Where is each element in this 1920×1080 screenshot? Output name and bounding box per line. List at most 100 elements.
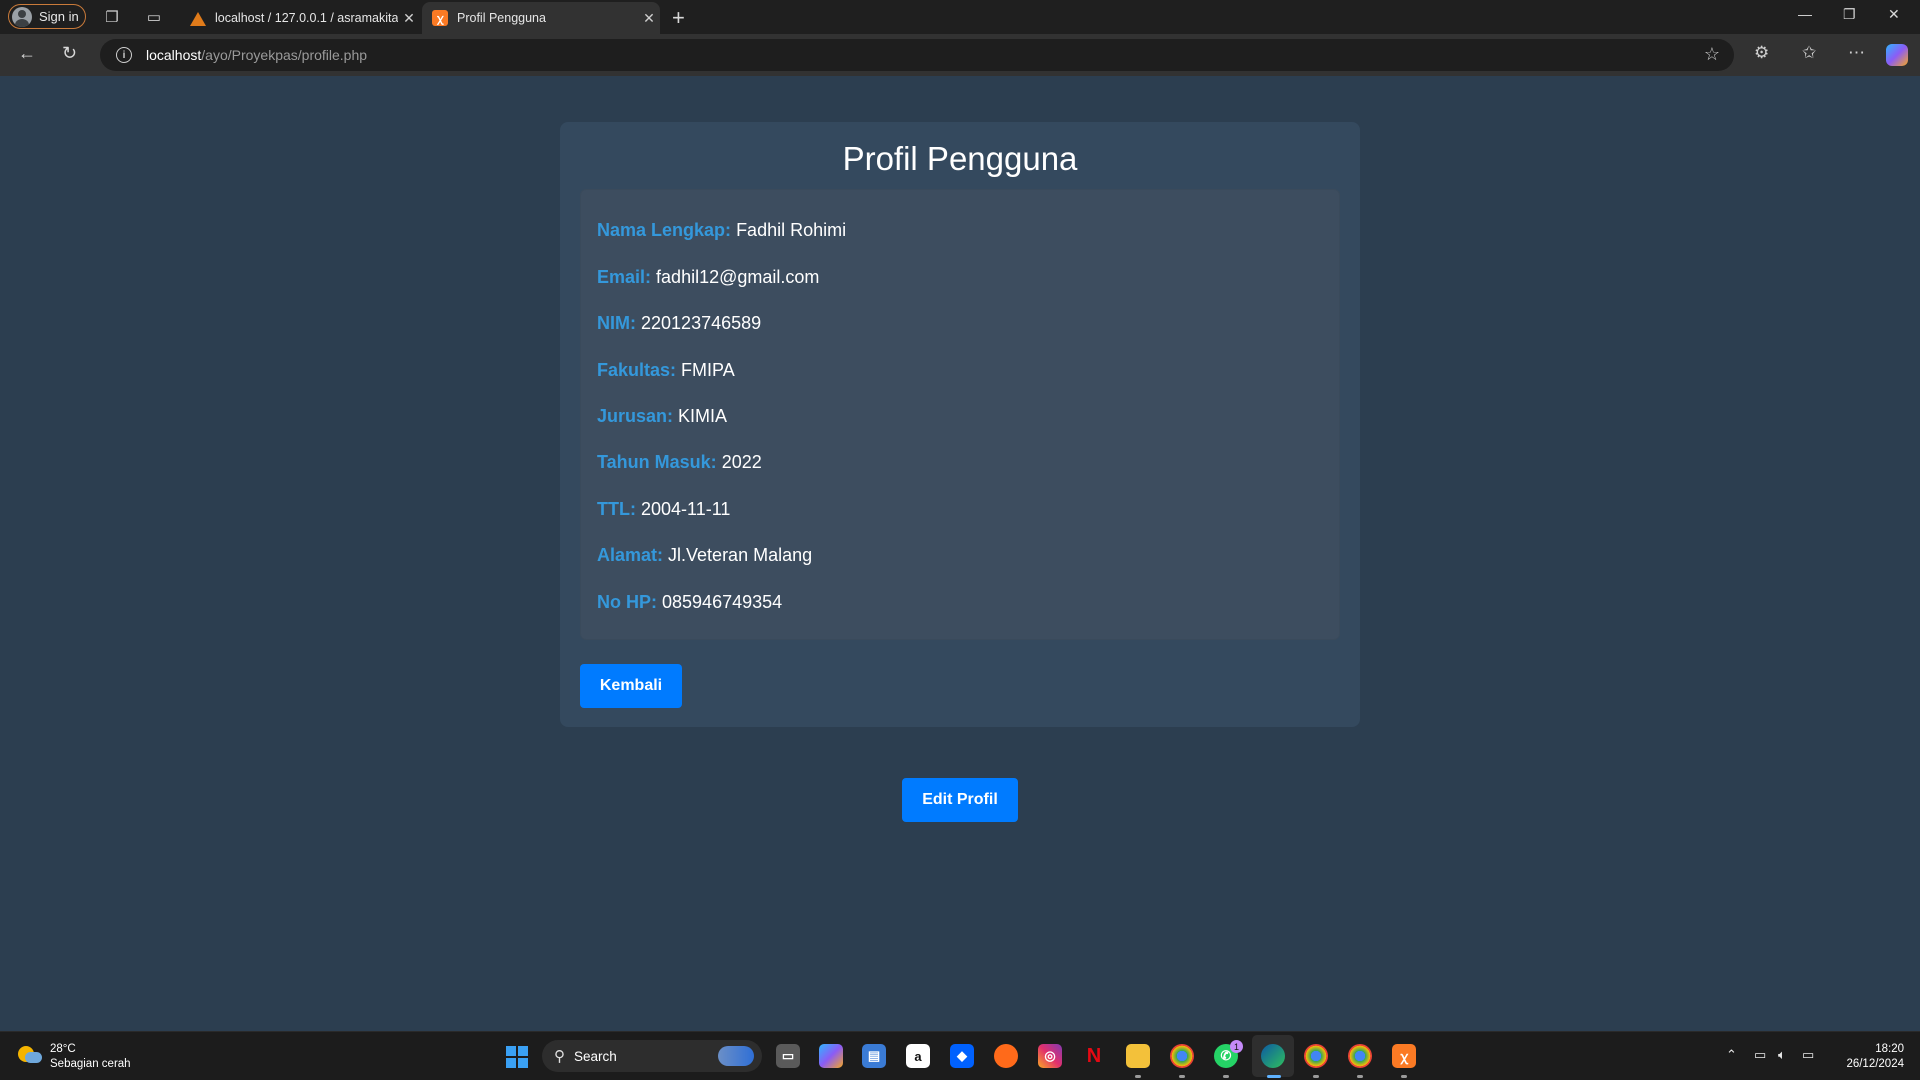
weather-widget[interactable]: 28°C Sebagian cerah	[50, 1042, 131, 1072]
field-label: Tahun Masuk:	[597, 452, 717, 472]
profile-row-alamat: Alamat: Jl.Veteran Malang	[597, 545, 812, 566]
profile-row-no-hp: No HP: 085946749354	[597, 592, 782, 613]
profile-row-jurusan: Jurusan: KIMIA	[597, 406, 727, 427]
weather-temp: 28°C	[50, 1043, 76, 1055]
xampp-icon: ꭓ	[432, 10, 448, 26]
field-value: Jl.Veteran Malang	[668, 545, 813, 565]
field-label: NIM:	[597, 313, 636, 333]
instagram-icon[interactable]: ◎	[1038, 1044, 1062, 1068]
page-title: Profil Pengguna	[842, 140, 1078, 177]
field-label: Nama Lengkap:	[597, 220, 732, 240]
close-tab-icon[interactable]: ✕	[638, 10, 660, 27]
chrome-profile-2-icon[interactable]	[1304, 1044, 1328, 1068]
field-label: Email:	[597, 267, 652, 287]
field-value: Fadhil Rohimi	[736, 220, 847, 240]
favorites-icon[interactable]: ✩	[1802, 43, 1816, 63]
edge-icon[interactable]	[1261, 1044, 1285, 1068]
new-tab-icon[interactable]: +	[672, 5, 685, 31]
field-value: FMIPA	[681, 360, 735, 380]
tab-title: Profil Pengguna	[457, 11, 546, 25]
weather-desc: Sebagian cerah	[50, 1058, 131, 1070]
field-label: No HP:	[597, 592, 657, 612]
chrome-profile-3-icon[interactable]	[1348, 1044, 1372, 1068]
field-label: Jurusan:	[597, 406, 674, 426]
close-tab-icon[interactable]: ✕	[398, 10, 420, 27]
running-indicator	[1357, 1075, 1363, 1078]
close-window-icon[interactable]: ✕	[1888, 6, 1900, 23]
running-indicator	[1223, 1075, 1229, 1078]
running-indicator	[1313, 1075, 1319, 1078]
profile-row-tahun-masuk: Tahun Masuk: 2022	[597, 452, 762, 473]
field-value: 2022	[721, 452, 762, 472]
field-label: Fakultas:	[597, 360, 677, 380]
field-value: fadhil12@gmail.com	[656, 267, 820, 287]
dropbox-icon[interactable]: ◆	[950, 1044, 974, 1068]
firefox-icon[interactable]	[994, 1044, 1018, 1068]
copilot-icon[interactable]	[1886, 44, 1908, 66]
weather-icon[interactable]	[18, 1044, 42, 1066]
tab-title: localhost / 127.0.0.1 / asramakita	[215, 11, 398, 25]
restore-icon[interactable]: ❐	[1843, 6, 1856, 23]
windows-start-icon[interactable]	[506, 1046, 528, 1068]
browser-toolbar: ← ↻ i localhost/ayo/Proyekpas/profile.ph…	[0, 34, 1920, 76]
profile-row-email: Email: fadhil12@gmail.com	[597, 267, 819, 288]
refresh-icon[interactable]: ↻	[62, 43, 77, 64]
task-view-icon[interactable]: ▭	[776, 1044, 800, 1068]
chrome-icon[interactable]	[1170, 1044, 1194, 1068]
search-icon: ⚲	[554, 1048, 565, 1065]
running-indicator	[1135, 1075, 1141, 1078]
site-info-icon[interactable]: i	[116, 47, 132, 63]
running-indicator	[1401, 1075, 1407, 1078]
back-arrow-icon[interactable]: ←	[18, 43, 36, 64]
field-value: 220123746589	[641, 313, 762, 333]
active-indicator	[1267, 1075, 1281, 1078]
sign-in-label: Sign in	[39, 9, 79, 24]
copilot-app-icon[interactable]	[819, 1044, 843, 1068]
windows-taskbar: 28°C Sebagian cerah ⚲ Search ▭ ▤ a ◆ ◎ N…	[0, 1031, 1920, 1080]
browser-tab-bar: Sign in ❐ ▭ localhost / 127.0.0.1 / asra…	[0, 0, 1920, 34]
phpmyadmin-icon	[190, 10, 206, 26]
file-explorer-icon[interactable]	[1126, 1044, 1150, 1068]
edit-profile-button[interactable]: Edit Profil	[902, 778, 1018, 822]
workspaces-icon[interactable]: ❐	[102, 7, 122, 27]
profile-card: Profil Pengguna Nama Lengkap: Fadhil Roh…	[560, 122, 1360, 727]
profile-row-nama: Nama Lengkap: Fadhil Rohimi	[597, 220, 846, 241]
address-bar[interactable]: i localhost/ayo/Proyekpas/profile.php ☆	[100, 39, 1734, 71]
field-value: 2004-11-11	[641, 499, 731, 519]
profile-row-ttl: TTL: 2004-11-11	[597, 499, 730, 520]
profile-row-fakultas: Fakultas: FMIPA	[597, 360, 735, 381]
xampp-taskbar-icon[interactable]: ꭓ	[1392, 1044, 1416, 1068]
system-clock[interactable]: 18:20 26/12/2024	[1846, 1042, 1904, 1072]
clock-time: 18:20	[1875, 1043, 1904, 1055]
sign-in-button[interactable]: Sign in	[8, 4, 86, 29]
field-value: KIMIA	[678, 406, 728, 426]
minimize-icon[interactable]: —	[1798, 6, 1812, 22]
amazon-icon[interactable]: a	[906, 1044, 930, 1068]
running-indicator	[1179, 1075, 1185, 1078]
show-hidden-icons-icon[interactable]: ⌃	[1726, 1047, 1737, 1063]
extensions-icon[interactable]: ⚙	[1754, 43, 1769, 63]
page-body: Profil Pengguna Nama Lengkap: Fadhil Roh…	[0, 76, 1920, 1031]
clock-date: 26/12/2024	[1846, 1058, 1904, 1070]
taskbar-search[interactable]: ⚲ Search	[542, 1040, 762, 1072]
network-icon[interactable]: ▭	[1754, 1047, 1766, 1063]
search-highlight-icon	[718, 1046, 754, 1066]
url-path: /ayo/Proyekpas/profile.php	[201, 47, 368, 63]
profile-info-box: Nama Lengkap: Fadhil Rohimi Email: fadhi…	[580, 189, 1340, 640]
volume-icon[interactable]: 🔈︎	[1778, 1047, 1786, 1063]
tab-actions-icon[interactable]: ▭	[144, 7, 164, 27]
netflix-icon[interactable]: N	[1082, 1044, 1106, 1068]
profile-avatar-icon	[12, 6, 32, 27]
favorite-star-icon[interactable]: ☆	[1704, 44, 1720, 65]
store-icon[interactable]: ▤	[862, 1044, 886, 1068]
tab-profil-pengguna[interactable]: ꭓ Profil Pengguna ✕	[422, 2, 660, 34]
back-button[interactable]: Kembali	[580, 664, 682, 708]
field-value: 085946749354	[662, 592, 783, 612]
notification-badge: 1	[1230, 1040, 1243, 1053]
more-menu-icon[interactable]: ⋯	[1848, 43, 1865, 63]
tab-phpmyadmin[interactable]: localhost / 127.0.0.1 / asramakita ✕	[180, 2, 420, 34]
field-label: TTL:	[597, 499, 636, 519]
field-label: Alamat:	[597, 545, 664, 565]
url-host: localhost	[146, 47, 202, 63]
battery-icon[interactable]: ▭	[1802, 1047, 1814, 1063]
